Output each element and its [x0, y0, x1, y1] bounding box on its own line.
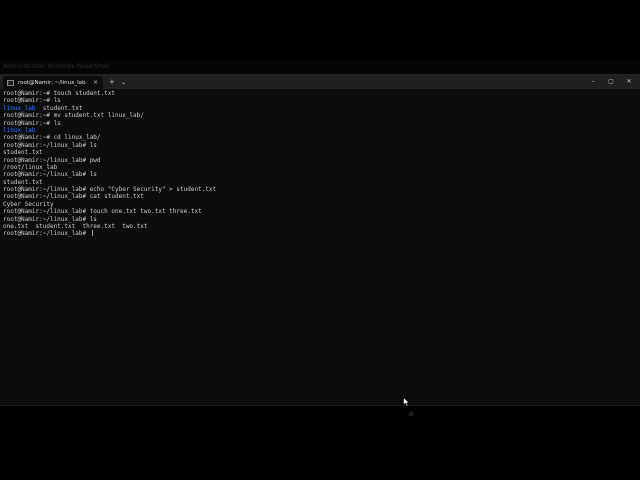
terminal-line: root@Namir:~# ls [3, 97, 635, 104]
terminal-text: root@Namir:~/linux_lab# cat student.txt [3, 193, 144, 201]
terminal-line: root@Namir:~# touch student.txt [3, 90, 635, 97]
terminal-line: linux_lab student.txt [3, 105, 635, 112]
chevron-down-icon[interactable]: ⌄ [121, 76, 126, 89]
text-cursor [91, 230, 93, 237]
terminal-text: student.txt [3, 178, 43, 186]
terminal-text: /root/linux_lab [3, 163, 58, 171]
terminal-line: root@Namir:~# cd linux_lab/ [3, 134, 635, 141]
background-window-tab-bar: Administrator: Windows PowerShell [0, 60, 640, 74]
terminal-text: root@Namir:~# ls [3, 97, 61, 105]
terminal-line: one.txt student.txt three.txt two.txt [3, 223, 635, 230]
terminal-line: student.txt [3, 149, 635, 156]
terminal-line: Cyber Security [3, 201, 635, 208]
terminal-text: Cyber Security [3, 200, 54, 208]
terminal-line: root@Namir:~/linux_lab# [3, 230, 635, 237]
new-tab-icon[interactable]: + [109, 76, 115, 89]
terminal-text: root@Namir:~# cd linux_lab/ [3, 134, 101, 142]
title-bar[interactable]: › root@Namir: ~/linux_lab × + ⌄ – ▢ ✕ [0, 74, 640, 89]
terminal-text: root@Namir:~/linux_lab# echo "Cyber Secu… [3, 186, 217, 194]
directory-name: linux_lab [3, 104, 36, 112]
terminal-line: root@Namir:~/linux_lab# ls [3, 216, 635, 223]
terminal-text: root@Namir:~# ls [3, 119, 61, 127]
terminal-text: root@Namir:~/linux_lab# touch one.txt tw… [3, 208, 202, 216]
terminal-text: root@Namir:~/linux_lab# ls [3, 171, 97, 179]
background-window-tab-label: Administrator: Windows PowerShell [3, 63, 110, 70]
terminal-text: root@Namir:~/linux_lab# pwd [3, 156, 101, 164]
terminal-text: root@Namir:~/linux_lab# ls [3, 215, 97, 223]
terminal-text: root@Namir:~# mv student.txt linux_lab/ [3, 112, 144, 120]
terminal-line: root@Namir:~/linux_lab# pwd [3, 157, 635, 164]
terminal-line: root@Namir:~/linux_lab# touch one.txt tw… [3, 208, 635, 215]
terminal-text: root@Namir:~# touch student.txt [3, 90, 115, 97]
terminal-line: root@Namir:~# mv student.txt linux_lab/ [3, 112, 635, 119]
terminal-text: student.txt [3, 149, 43, 157]
terminal-text: student.txt [35, 104, 83, 112]
terminal-line: linux_lab [3, 127, 635, 134]
terminal-window[interactable]: › root@Namir: ~/linux_lab × + ⌄ – ▢ ✕ ro… [0, 74, 640, 406]
close-icon[interactable]: ✕ [620, 74, 638, 89]
tab-linux-lab[interactable]: › root@Namir: ~/linux_lab × [3, 76, 103, 89]
terminal-line: /root/linux_lab [3, 164, 635, 171]
watermark-icon: ☗ [408, 410, 415, 418]
terminal-line: root@Namir:~# ls [3, 120, 635, 127]
terminal-output[interactable]: root@Namir:~# touch student.txt root@Nami… [3, 90, 635, 238]
tab-title: root@Namir: ~/linux_lab [18, 79, 86, 86]
minimize-icon[interactable]: – [584, 74, 602, 89]
terminal-line: root@Namir:~/linux_lab# ls [3, 142, 635, 149]
terminal-icon: › [7, 79, 14, 86]
terminal-text: one.txt student.txt three.txt two.txt [3, 223, 148, 231]
terminal-line: root@Namir:~/linux_lab# ls [3, 171, 635, 178]
terminal-text: root@Namir:~/linux_lab# ls [3, 141, 97, 149]
terminal-line: student.txt [3, 179, 635, 186]
directory-name: linux_lab [3, 126, 36, 134]
terminal-text: root@Namir:~/linux_lab# [3, 230, 90, 238]
maximize-icon[interactable]: ▢ [602, 74, 620, 89]
mouse-pointer-icon [403, 397, 411, 407]
terminal-line: root@Namir:~/linux_lab# echo "Cyber Secu… [3, 186, 635, 193]
terminal-line: root@Namir:~/linux_lab# cat student.txt [3, 193, 635, 200]
tab-close-icon[interactable]: × [93, 79, 98, 86]
